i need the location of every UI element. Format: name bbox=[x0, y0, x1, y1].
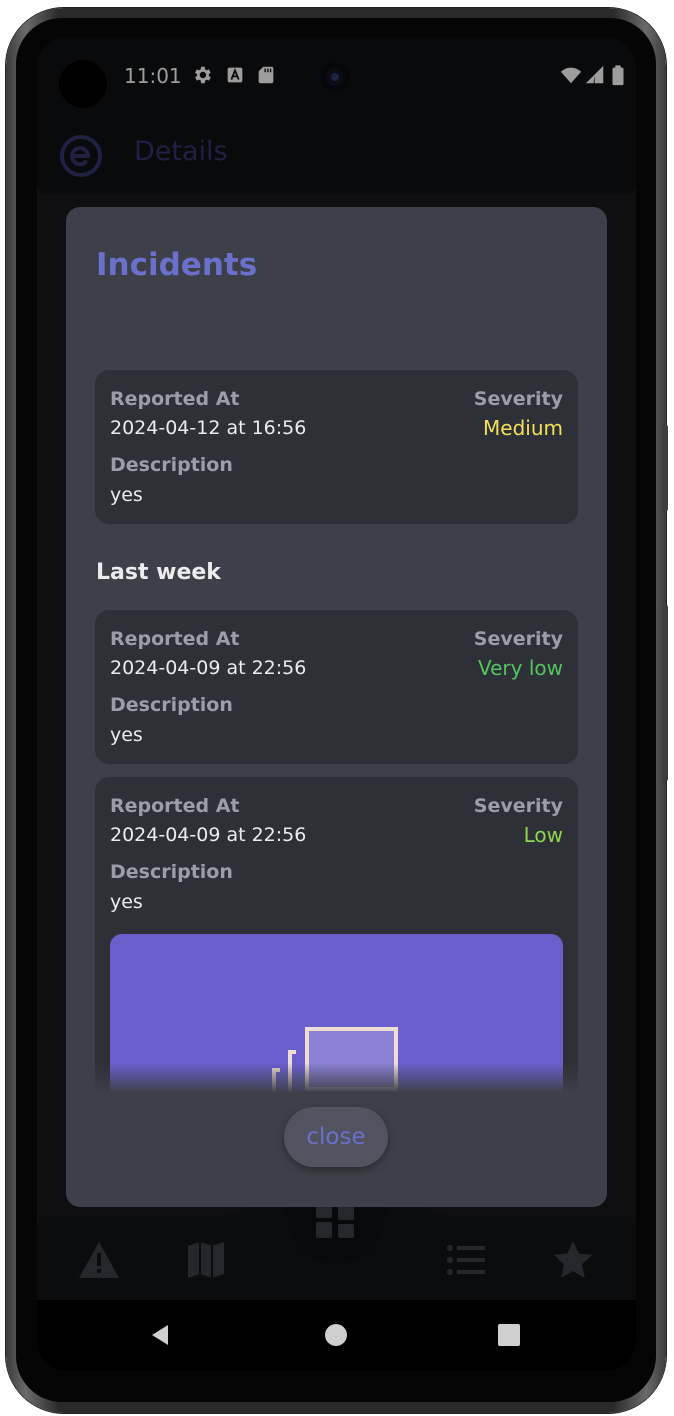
description-label: Description bbox=[110, 454, 233, 476]
side-button bbox=[663, 605, 668, 781]
severity-label: Severity bbox=[473, 795, 563, 817]
close-button[interactable]: close bbox=[284, 1107, 388, 1167]
incident-card[interactable]: Reported At 2024-04-09 at 22:56 Severity… bbox=[95, 777, 578, 1093]
incident-card[interactable]: Reported At 2024-04-12 at 16:56 Severity… bbox=[95, 370, 578, 524]
reported-at-value: 2024-04-12 at 16:56 bbox=[110, 417, 307, 439]
description-value: yes bbox=[110, 484, 143, 506]
incidents-dialog: Incidents Reported At 2024-04-12 at 16:5… bbox=[66, 207, 607, 1207]
incident-card[interactable]: Reported At 2024-04-09 at 22:56 Severity… bbox=[95, 610, 578, 764]
side-button bbox=[663, 425, 668, 511]
back-icon[interactable] bbox=[148, 1322, 174, 1348]
home-icon[interactable] bbox=[323, 1322, 349, 1348]
description-label: Description bbox=[110, 861, 233, 883]
severity-label: Severity bbox=[473, 388, 563, 410]
reported-at-label: Reported At bbox=[110, 388, 240, 410]
reported-at-label: Reported At bbox=[110, 628, 240, 650]
severity-value: Very low bbox=[478, 656, 563, 680]
description-value: yes bbox=[110, 724, 143, 746]
severity-value: Low bbox=[523, 823, 563, 847]
recents-icon[interactable] bbox=[496, 1322, 522, 1348]
description-value: yes bbox=[110, 891, 143, 913]
description-label: Description bbox=[110, 694, 233, 716]
screen: 11:01 Details Incidents Reported At 2024… bbox=[37, 38, 636, 1371]
scroll-fade bbox=[66, 1063, 607, 1093]
reported-at-value: 2024-04-09 at 22:56 bbox=[110, 657, 307, 679]
reported-at-label: Reported At bbox=[110, 795, 240, 817]
reported-at-value: 2024-04-09 at 22:56 bbox=[110, 824, 307, 846]
severity-value: Medium bbox=[483, 416, 563, 440]
incidents-list[interactable]: Reported At 2024-04-12 at 16:56 Severity… bbox=[66, 317, 607, 1093]
dialog-title: Incidents bbox=[96, 247, 258, 283]
section-header: Last week bbox=[96, 560, 221, 585]
severity-label: Severity bbox=[473, 628, 563, 650]
